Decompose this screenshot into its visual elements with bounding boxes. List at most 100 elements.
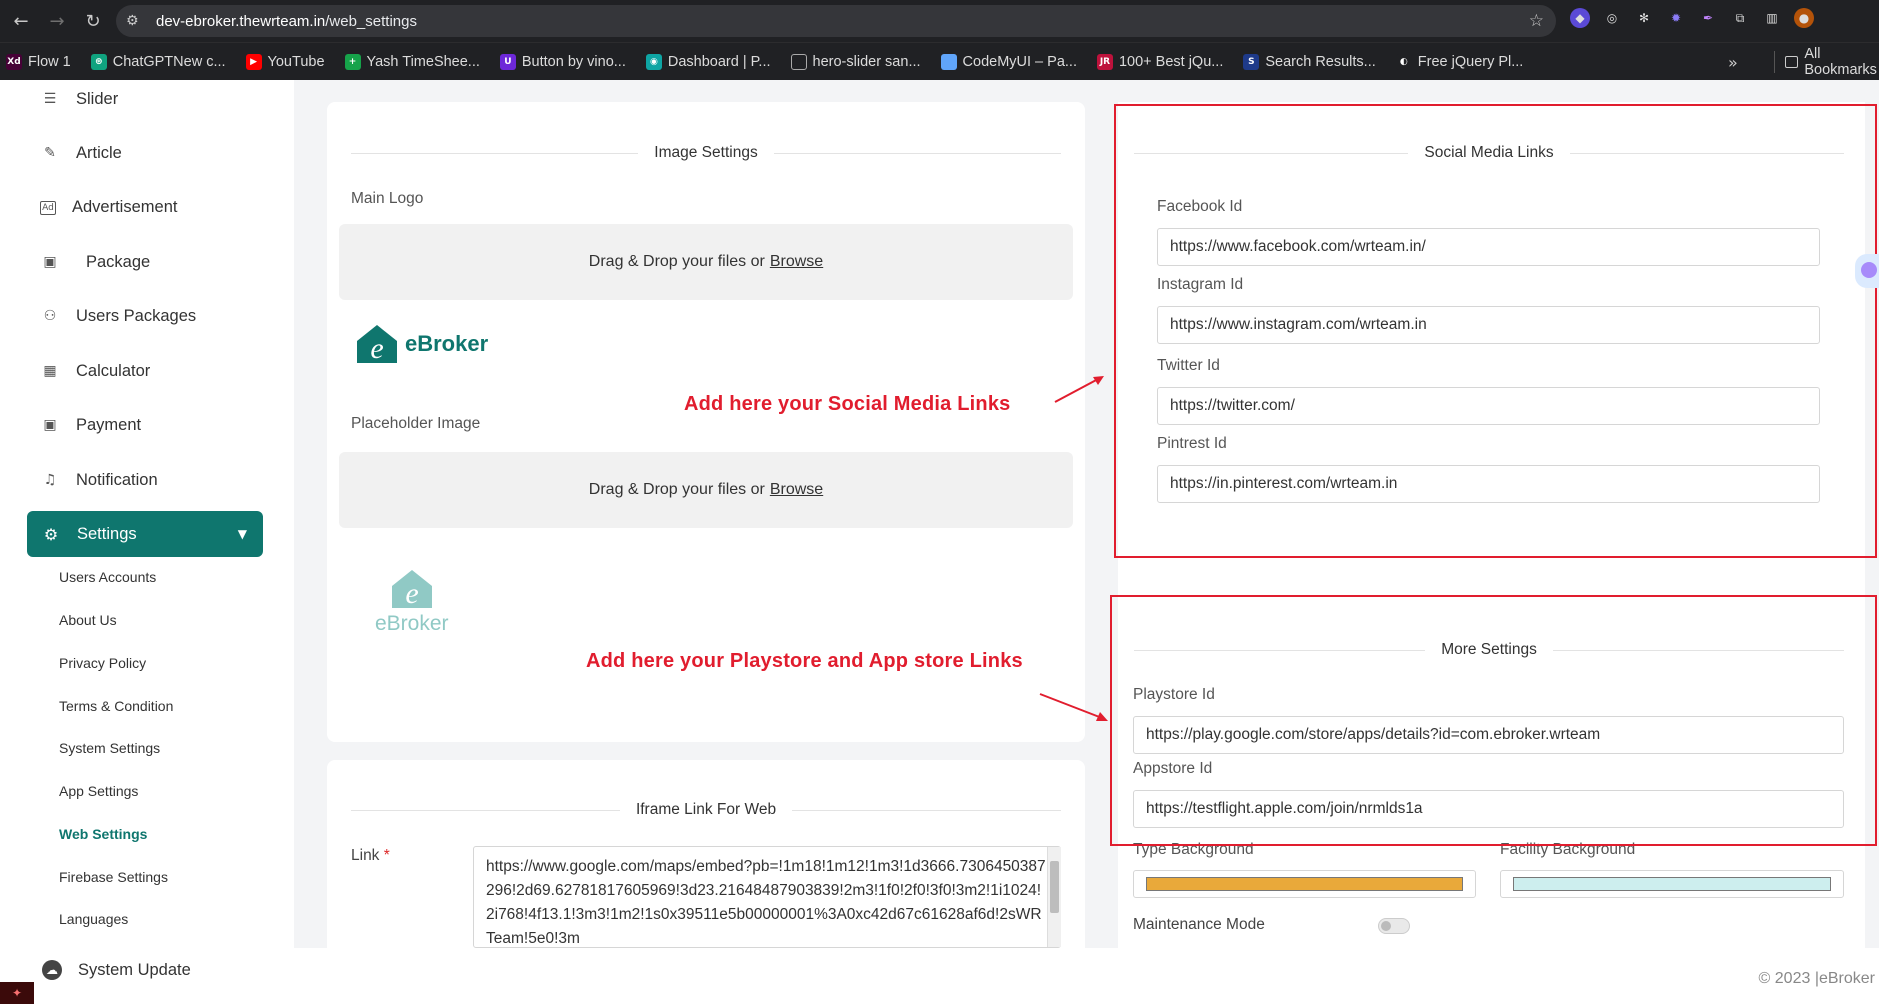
sidebar-subitem-app-settings[interactable]: App Settings <box>59 783 138 799</box>
bookmark-label: CodeMyUI – Pa... <box>962 53 1077 70</box>
social-links-annotation: Add here your Social Media Links <box>684 393 1011 415</box>
widget-avatar-icon <box>1861 262 1877 278</box>
sidebar-subitem-web-settings[interactable]: Web Settings <box>59 826 147 842</box>
scrollbar-thumb[interactable] <box>1050 861 1059 913</box>
bookmark-favicon-icon: Xd <box>6 53 22 70</box>
calculator-icon: ▦ <box>43 363 57 379</box>
extension-feather-icon[interactable]: ✒ <box>1698 8 1718 28</box>
bookmark-star-icon[interactable]: ☆ <box>1529 11 1544 31</box>
bookmark-favicon-icon: ◉ <box>645 53 662 70</box>
sidebar-subitem-terms[interactable]: Terms & Condition <box>59 698 173 714</box>
bookmark-item[interactable]: Xd Flow 1 <box>6 53 71 70</box>
site-settings-icon[interactable]: ⚙ <box>126 13 146 29</box>
bookmark-item[interactable]: U Button by vino... <box>499 53 626 70</box>
sliders-icon: ☰ <box>43 91 57 107</box>
payment-icon: ▣ <box>43 417 57 433</box>
bookmark-label: YouTube <box>267 53 325 70</box>
bookmark-favicon-icon: ⊛ <box>90 53 107 70</box>
sidebar-subitem-privacy-policy[interactable]: Privacy Policy <box>59 655 146 671</box>
all-bookmarks-button[interactable]: All Bookmarks <box>1774 46 1879 78</box>
image-settings-card: Image Settings Main Logo Drag & Drop you… <box>327 102 1085 742</box>
sidebar-subitem-about-us[interactable]: About Us <box>59 612 117 628</box>
annotation-arrow-icon <box>1039 693 1108 721</box>
sidebar-item-advertisement[interactable]: Ad Advertisement <box>40 198 177 217</box>
bookmark-item[interactable]: + Yash TimeShee... <box>344 53 480 70</box>
address-bar[interactable]: ⚙ dev-ebroker.thewrteam.in/web_settings … <box>116 5 1556 37</box>
placeholder-image-label: Placeholder Image <box>351 415 481 432</box>
chevron-down-icon: ▼ <box>237 527 247 541</box>
image-settings-heading: Image Settings <box>351 143 1061 163</box>
bookmark-label: 100+ Best jQu... <box>1118 53 1224 70</box>
laravel-icon[interactable]: ✦ <box>0 982 34 1004</box>
extensions-puzzle-icon[interactable]: ⧉ <box>1730 8 1750 28</box>
section-title-text: Image Settings <box>654 144 758 161</box>
bookmark-label: Free jQuery Pl... <box>1417 53 1524 70</box>
placeholder-image-dropzone[interactable]: Drag & Drop your files or Browse <box>339 452 1073 528</box>
sidebar-item-notification[interactable]: ♫ Notification <box>40 470 158 490</box>
main-logo-dropzone[interactable]: Drag & Drop your files or Browse <box>339 224 1073 300</box>
extension-gear-icon[interactable]: ✹ <box>1666 8 1686 28</box>
floating-widget[interactable] <box>1855 254 1879 288</box>
sidebar-item-label: System Update <box>78 960 191 979</box>
copyright-text: © 2023 |eBroker <box>1758 970 1875 987</box>
main-logo-label: Main Logo <box>351 190 424 207</box>
sidebar-subitem-firebase-settings[interactable]: Firebase Settings <box>59 869 168 885</box>
extension-target-icon[interactable]: ◎ <box>1602 8 1622 28</box>
forward-arrow-icon[interactable]: → <box>42 6 72 36</box>
sidebar-item-system-update[interactable]: ☁ System Update <box>42 960 191 980</box>
extension-react-icon[interactable]: ✻ <box>1634 8 1654 28</box>
bookmark-item[interactable]: S Search Results... <box>1243 53 1376 70</box>
dropzone-text: Drag & Drop your files or <box>588 481 765 498</box>
extensions-row: ◆ ◎ ✻ ✹ ✒ ⧉ ▥ ● <box>1570 8 1814 28</box>
sidebar-item-label: Calculator <box>76 361 151 380</box>
browser-toolbar: ← → ↻ ⚙ dev-ebroker.thewrteam.in/web_set… <box>0 0 1879 42</box>
house-logo-icon: e <box>357 325 397 365</box>
sidebar-subitem-users-accounts[interactable]: Users Accounts <box>59 569 156 585</box>
extension-icon[interactable]: ◆ <box>1570 8 1590 28</box>
section-title-text: Iframe Link For Web <box>635 801 777 818</box>
sidebar-item-settings[interactable]: ⚙ Settings ▼ <box>27 511 263 557</box>
iframe-link-textarea[interactable]: https://www.google.com/maps/embed?pb=!1m… <box>473 846 1061 948</box>
bookmark-favicon-icon: JR <box>1096 53 1113 70</box>
iframe-heading: Iframe Link For Web <box>351 800 1061 820</box>
facility-background-swatch <box>1513 877 1831 891</box>
bookmark-item[interactable]: hero-slider san... <box>790 53 921 70</box>
sidebar-item-label: Users Packages <box>76 306 197 325</box>
package-icon: ▣ <box>43 254 57 270</box>
bookmark-favicon-icon: S <box>1243 53 1260 70</box>
main-logo-preview: e eBroker <box>355 323 488 365</box>
more-bookmarks-icon[interactable]: » <box>1728 53 1738 72</box>
type-background-color-input[interactable] <box>1133 870 1476 898</box>
sidebar-item-label: Advertisement <box>72 198 178 216</box>
sidebar-item-payment[interactable]: ▣ Payment <box>40 415 141 435</box>
sidebar-item-users-packages[interactable]: ⚇ Users Packages <box>40 306 196 326</box>
bookmark-item[interactable]: JR 100+ Best jQu... <box>1096 53 1224 70</box>
textarea-scrollbar[interactable] <box>1047 847 1061 947</box>
placeholder-logo-preview: e eBroker <box>375 568 449 636</box>
sidebar-subitem-languages[interactable]: Languages <box>59 911 128 927</box>
bookmark-favicon-icon <box>790 53 807 70</box>
sidebar-item-article[interactable]: ✎ Article <box>40 143 122 163</box>
facility-background-color-input[interactable] <box>1500 870 1844 898</box>
svg-text:e: e <box>405 577 418 610</box>
sidebar-subitem-system-settings[interactable]: System Settings <box>59 740 160 756</box>
bookmark-item[interactable]: ◉ Dashboard | P... <box>645 53 771 70</box>
bookmark-item[interactable]: ▶ YouTube <box>245 53 325 70</box>
required-mark: * <box>383 847 390 864</box>
maintenance-mode-toggle[interactable] <box>1378 918 1410 934</box>
profile-avatar[interactable]: ● <box>1794 8 1814 28</box>
browse-link[interactable]: Browse <box>770 481 823 499</box>
sidebar-item-slider[interactable]: ☰ Slider <box>40 89 118 109</box>
sidepanel-icon[interactable]: ▥ <box>1762 8 1782 28</box>
sidebar-item-package[interactable]: ▣ Package <box>40 252 150 272</box>
bookmark-item[interactable]: ⊛ ChatGPTNew c... <box>90 53 226 70</box>
reload-icon[interactable]: ↻ <box>78 6 108 36</box>
bookmark-label: hero-slider san... <box>812 53 921 70</box>
browse-link[interactable]: Browse <box>770 253 823 271</box>
bookmarks-bar: Xd Flow 1 ⊛ ChatGPTNew c... ▶ YouTube + Yash… <box>0 42 1879 80</box>
bookmark-item[interactable]: CodeMyUI – Pa... <box>940 53 1077 70</box>
bookmark-item[interactable]: ◐ Free jQuery Pl... <box>1395 53 1524 70</box>
back-arrow-icon[interactable]: ← <box>6 6 36 36</box>
sidebar-item-calculator[interactable]: ▦ Calculator <box>40 361 150 381</box>
house-logo-icon: e <box>391 570 432 610</box>
